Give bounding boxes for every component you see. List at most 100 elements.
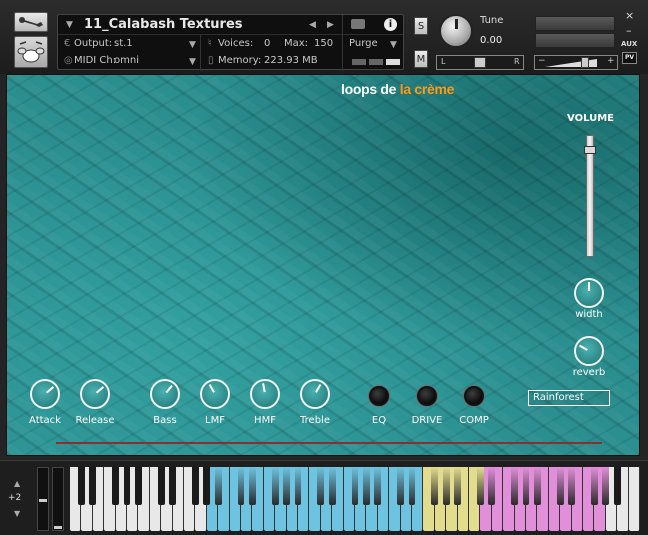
black-key[interactable]	[522, 467, 530, 505]
drive-button[interactable]	[417, 386, 437, 406]
black-key[interactable]	[602, 467, 610, 505]
black-key[interactable]	[511, 467, 518, 505]
release-knob[interactable]	[80, 379, 110, 409]
memory-icon: ▯	[208, 55, 214, 66]
black-key[interactable]	[317, 467, 325, 505]
black-key[interactable]	[533, 467, 541, 505]
wrench-icon[interactable]	[14, 12, 48, 32]
chevron-down-icon[interactable]: ▼	[189, 40, 196, 50]
black-key[interactable]	[488, 467, 496, 505]
drum-kit-icon[interactable]	[14, 36, 48, 68]
pan-right-label: R	[514, 57, 520, 66]
output-label: Output:	[74, 38, 113, 49]
voices-icon: ♮	[208, 38, 212, 49]
solo-button[interactable]: S	[414, 17, 428, 35]
black-key[interactable]	[590, 467, 598, 505]
black-key[interactable]	[556, 467, 564, 505]
prev-instrument-icon[interactable]: ◀	[309, 20, 316, 30]
black-key[interactable]	[214, 467, 222, 505]
reverb-label: reverb	[572, 367, 606, 378]
max-voices-value[interactable]: 150	[314, 38, 333, 49]
black-key[interactable]	[271, 467, 279, 505]
purge-button[interactable]: Purge	[349, 38, 378, 49]
chevron-down-icon[interactable]: ▼	[66, 20, 73, 30]
black-key[interactable]	[328, 467, 336, 505]
black-key[interactable]	[431, 467, 439, 505]
black-key[interactable]	[408, 467, 416, 505]
close-icon[interactable]: ×	[625, 9, 634, 22]
black-key[interactable]	[191, 467, 199, 505]
width-label: width	[575, 309, 603, 320]
attack-knob[interactable]	[30, 379, 60, 409]
memory-label: Memory:	[218, 55, 262, 66]
divider	[200, 35, 201, 71]
black-key[interactable]	[294, 467, 302, 505]
bass-knob[interactable]	[150, 379, 180, 409]
midi-label: MIDI Ch:	[74, 55, 117, 66]
comp-label: COMP	[459, 415, 489, 426]
black-key[interactable]	[112, 467, 119, 505]
black-key[interactable]	[362, 467, 370, 505]
volume-handle[interactable]	[581, 57, 589, 68]
hmf-knob[interactable]	[250, 379, 280, 409]
pan-slider[interactable]: L R	[436, 55, 524, 70]
midi-channel-value[interactable]: omni	[114, 55, 139, 66]
black-key[interactable]	[568, 467, 575, 505]
black-key[interactable]	[476, 467, 484, 505]
divider-line	[56, 442, 602, 444]
kontakt-instrument-window: ▼ 11_Calabash Textures ◀ ▶ i € Output: s…	[0, 0, 648, 535]
chevron-down-icon[interactable]: ▼	[189, 57, 196, 67]
black-key[interactable]	[77, 467, 85, 505]
minimize-icon[interactable]: –	[626, 24, 632, 37]
instrument-panel: loops de la crème VOLUME width reverb At…	[6, 74, 640, 456]
aux-button[interactable]: AUX	[621, 40, 637, 48]
volume-fader-handle[interactable]	[584, 146, 596, 154]
pan-handle[interactable]	[474, 57, 486, 68]
tune-knob[interactable]	[439, 14, 473, 48]
title-row: ▼ 11_Calabash Textures ◀ ▶ i	[58, 15, 403, 71]
black-key[interactable]	[283, 467, 290, 505]
black-key[interactable]	[203, 467, 211, 505]
black-key[interactable]	[351, 467, 359, 505]
info-icon[interactable]: i	[384, 18, 397, 31]
camera-icon[interactable]	[351, 19, 365, 29]
next-instrument-icon[interactable]: ▶	[327, 20, 334, 30]
black-key[interactable]	[157, 467, 165, 505]
black-key[interactable]	[89, 467, 97, 505]
octave-value: +2	[8, 493, 22, 503]
midi-icon: ◎	[64, 55, 73, 66]
treble-knob[interactable]	[300, 379, 330, 409]
pv-button[interactable]: PV	[622, 52, 637, 64]
chevron-down-icon[interactable]: ▼	[390, 40, 397, 50]
black-key[interactable]	[613, 467, 621, 505]
volume-slider[interactable]: − +	[534, 55, 618, 70]
octave-up-icon[interactable]: ▲	[14, 479, 20, 488]
output-value[interactable]: st.1	[114, 38, 133, 49]
eq-button[interactable]	[369, 386, 389, 406]
black-key[interactable]	[397, 467, 404, 505]
black-key[interactable]	[442, 467, 450, 505]
lmf-knob[interactable]	[200, 379, 230, 409]
octave-down-icon[interactable]: ▼	[14, 509, 20, 518]
black-key[interactable]	[237, 467, 245, 505]
black-key[interactable]	[134, 467, 142, 505]
reverb-knob[interactable]	[574, 336, 604, 366]
black-key[interactable]	[123, 467, 131, 505]
logo-text-orange: la crème	[399, 81, 455, 97]
black-key[interactable]	[169, 467, 176, 505]
black-key[interactable]	[248, 467, 256, 505]
white-key[interactable]	[628, 467, 640, 531]
mute-button[interactable]: M	[414, 50, 428, 68]
black-key[interactable]	[374, 467, 382, 505]
width-knob[interactable]	[574, 278, 604, 308]
instrument-name[interactable]: 11_Calabash Textures	[84, 17, 243, 32]
preset-menu[interactable]: Rainforest	[528, 390, 610, 406]
comp-button[interactable]	[464, 386, 484, 406]
mod-wheel[interactable]	[52, 467, 64, 531]
black-key[interactable]	[454, 467, 461, 505]
output-icon: €	[64, 38, 71, 49]
keyboard-area: ▲ +2 ▼	[0, 460, 648, 535]
tune-value[interactable]: 0.00	[480, 35, 502, 46]
voices-label: Voices:	[218, 38, 254, 49]
pitch-bend-wheel[interactable]	[37, 467, 49, 531]
